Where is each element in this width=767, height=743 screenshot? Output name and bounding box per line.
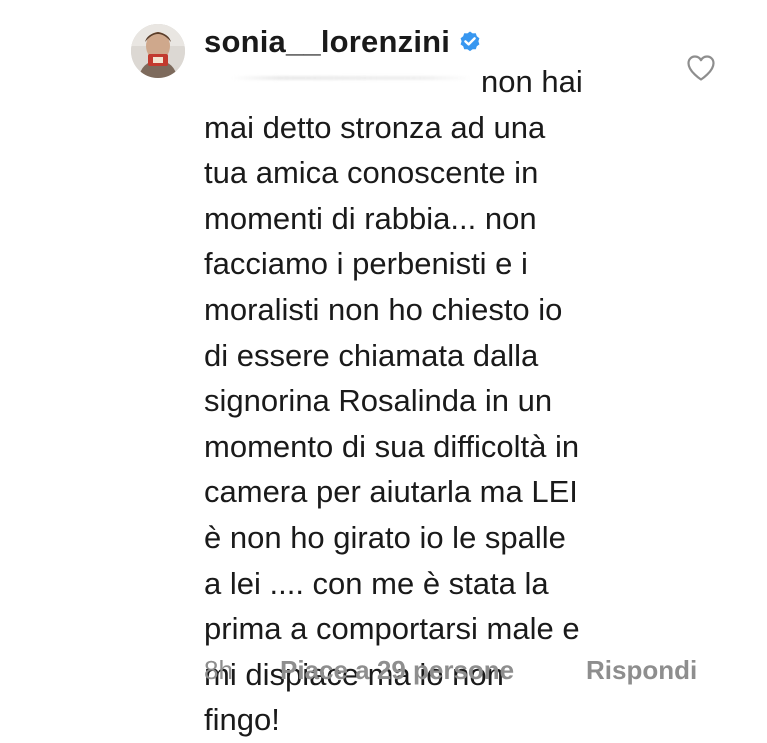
- heart-outline-icon[interactable]: [686, 54, 716, 82]
- comment-text-line: fingo!: [204, 702, 280, 738]
- comment-text-line: mai detto stronza ad una: [204, 109, 546, 145]
- comment-text-line: momenti di rabbia... non: [204, 200, 537, 236]
- avatar-image: [131, 24, 185, 78]
- username[interactable]: sonia__lorenzini: [204, 24, 450, 60]
- comment-text-line: a lei .... con me è stata la: [204, 565, 549, 601]
- comment-text-line: signorina Rosalinda in un: [204, 383, 553, 419]
- comment-text-line: moralisti non ho chiesto io: [204, 291, 563, 327]
- comment: sonia__lorenzini non hai mai detto stron…: [0, 0, 767, 737]
- comment-text-line: momento di sua difficoltà in: [204, 428, 580, 464]
- comment-text-line: camera per aiutarla ma LEI: [204, 474, 578, 510]
- likes-count-link[interactable]: Piace a 29 persone: [280, 655, 586, 686]
- comment-text-line: è non ho girato io le spalle: [204, 519, 566, 555]
- verified-badge-icon: [460, 31, 480, 52]
- comment-text-line: prima a comportarsi male e: [204, 611, 580, 647]
- comment-text-line: non hai: [481, 64, 583, 99]
- comment-text-line: facciamo i perbenisti e i: [204, 246, 528, 282]
- comment-text: non hai mai detto stronza ad una tua ami…: [204, 59, 634, 743]
- username-row: sonia__lorenzini: [204, 20, 482, 64]
- comment-text-line: tua amica conoscente in: [204, 155, 539, 191]
- reply-button[interactable]: Rispondi: [586, 655, 697, 686]
- comment-meta: 8h Piace a 29 persone Rispondi: [204, 650, 697, 690]
- comment-text-line: di essere chiamata dalla: [204, 337, 539, 373]
- avatar[interactable]: [131, 24, 185, 78]
- comment-timestamp[interactable]: 8h: [204, 655, 280, 686]
